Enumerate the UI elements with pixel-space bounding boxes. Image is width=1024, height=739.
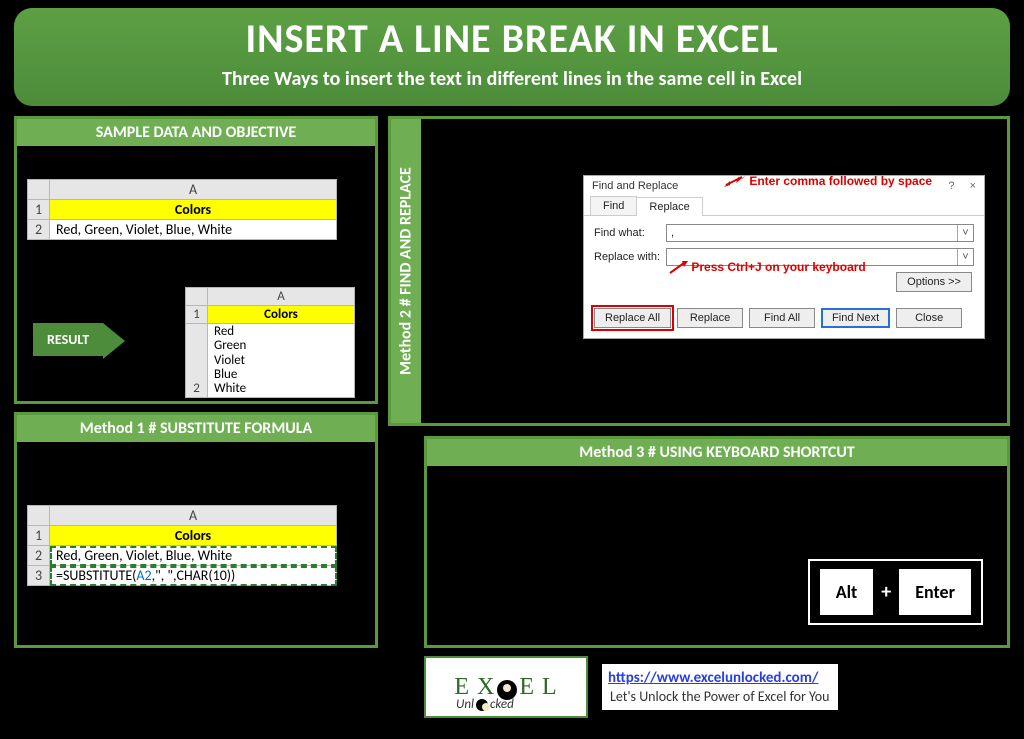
panel-method1-title: Method 1 # SUBSTITUTE FORMULA bbox=[17, 415, 375, 442]
keyhole-icon bbox=[476, 699, 488, 711]
row-header: 1 bbox=[186, 306, 208, 324]
result-sheet: A 1Colors 2Red Green Violet Blue White bbox=[185, 287, 355, 398]
find-what-input[interactable]: , ˅ bbox=[666, 224, 974, 242]
close-icon[interactable]: × bbox=[970, 180, 976, 192]
replace-with-label: Replace with: bbox=[594, 251, 666, 263]
cell-header: Colors bbox=[50, 200, 337, 220]
formula-text: ,", ",CHAR(10)) bbox=[152, 567, 236, 584]
dialog-title: Find and Replace bbox=[592, 180, 678, 192]
find-next-button[interactable]: Find Next bbox=[821, 308, 890, 328]
panel-method1: Method 1 # SUBSTITUTE FORMULA A 1Colors … bbox=[14, 412, 378, 648]
cell-data: Red, Green, Violet, Blue, White bbox=[50, 220, 337, 240]
row-header: 2 bbox=[28, 546, 50, 566]
panel-sample-title: SAMPLE DATA AND OBJECTIVE bbox=[17, 119, 375, 146]
row-header: 2 bbox=[186, 324, 208, 398]
col-header-a: A bbox=[50, 180, 337, 200]
footer-tagline: Let's Unlock the Power of Excel for You bbox=[608, 688, 832, 705]
result-badge: RESULT bbox=[33, 323, 103, 356]
panel-method3: Method 3 # USING KEYBOARD SHORTCUT Alt +… bbox=[424, 436, 1010, 648]
result-label: RESULT bbox=[47, 331, 89, 348]
replace-button[interactable]: Replace bbox=[677, 308, 743, 328]
options-button[interactable]: Options >> bbox=[896, 272, 972, 292]
close-button[interactable]: Close bbox=[896, 308, 962, 328]
page-subtitle: Three Ways to insert the text in differe… bbox=[14, 67, 1010, 91]
annotation-replace: Press Ctrl+J on your keyboard bbox=[668, 260, 866, 275]
find-replace-dialog: Find and Replace ? × Find Replace Enter … bbox=[583, 175, 985, 339]
cell-data: Red, Green, Violet, Blue, White bbox=[50, 546, 337, 566]
tab-replace[interactable]: Replace bbox=[636, 197, 702, 216]
replace-all-button[interactable]: Replace All bbox=[594, 308, 671, 328]
cell-formula: =SUBSTITUTE(A2,", ",CHAR(10)) bbox=[50, 566, 337, 586]
logo: E XE L Unlcked bbox=[424, 656, 588, 718]
formula-ref: A2 bbox=[136, 567, 151, 584]
plus-icon: + bbox=[881, 580, 891, 604]
cell-header: Colors bbox=[208, 306, 355, 324]
col-header-a: A bbox=[208, 288, 355, 306]
chevron-down-icon[interactable]: ˅ bbox=[957, 225, 973, 241]
row-header: 3 bbox=[28, 566, 50, 586]
cell-header: Colors bbox=[50, 526, 337, 546]
footer: E XE L Unlcked https://www.excelunlocked… bbox=[424, 656, 1010, 718]
shortcut-box: Alt + Enter bbox=[808, 559, 983, 625]
find-all-button[interactable]: Find All bbox=[749, 308, 815, 328]
cell-multiline: Red Green Violet Blue White bbox=[208, 324, 355, 398]
row-header: 1 bbox=[28, 526, 50, 546]
row-header: 1 bbox=[28, 200, 50, 220]
find-value: , bbox=[671, 227, 674, 239]
key-enter: Enter bbox=[899, 569, 971, 615]
formula-text: =SUBSTITUTE( bbox=[56, 567, 136, 584]
tab-find[interactable]: Find bbox=[590, 196, 637, 215]
sample-sheet: A 1Colors 2Red, Green, Violet, Blue, Whi… bbox=[27, 179, 337, 240]
col-header-a: A bbox=[50, 506, 337, 526]
panel-sample: SAMPLE DATA AND OBJECTIVE A 1Colors 2Red… bbox=[14, 116, 378, 404]
find-what-label: Find what: bbox=[594, 227, 666, 239]
help-icon[interactable]: ? bbox=[948, 180, 954, 192]
row-header: 2 bbox=[28, 220, 50, 240]
panel-method2: Method 2 # FIND AND REPLACE Find and Rep… bbox=[388, 116, 1010, 426]
chevron-down-icon[interactable]: ˅ bbox=[957, 249, 973, 265]
header-banner: INSERT A LINE BREAK IN EXCEL Three Ways … bbox=[14, 8, 1010, 106]
footer-link[interactable]: https://www.excelunlocked.com/ bbox=[608, 669, 818, 687]
annotation-find: Enter comma followed by space bbox=[722, 174, 932, 189]
footer-text: https://www.excelunlocked.com/ Let's Unl… bbox=[602, 664, 838, 710]
key-alt: Alt bbox=[820, 569, 874, 615]
panel-method3-title: Method 3 # USING KEYBOARD SHORTCUT bbox=[427, 439, 1007, 466]
panel-method2-title: Method 2 # FIND AND REPLACE bbox=[391, 119, 421, 423]
page-title: INSERT A LINE BREAK IN EXCEL bbox=[14, 14, 1010, 63]
method1-sheet: A 1Colors 2Red, Green, Violet, Blue, Whi… bbox=[27, 505, 337, 586]
dialog-tabs: Find Replace Enter comma followed by spa… bbox=[584, 196, 984, 216]
